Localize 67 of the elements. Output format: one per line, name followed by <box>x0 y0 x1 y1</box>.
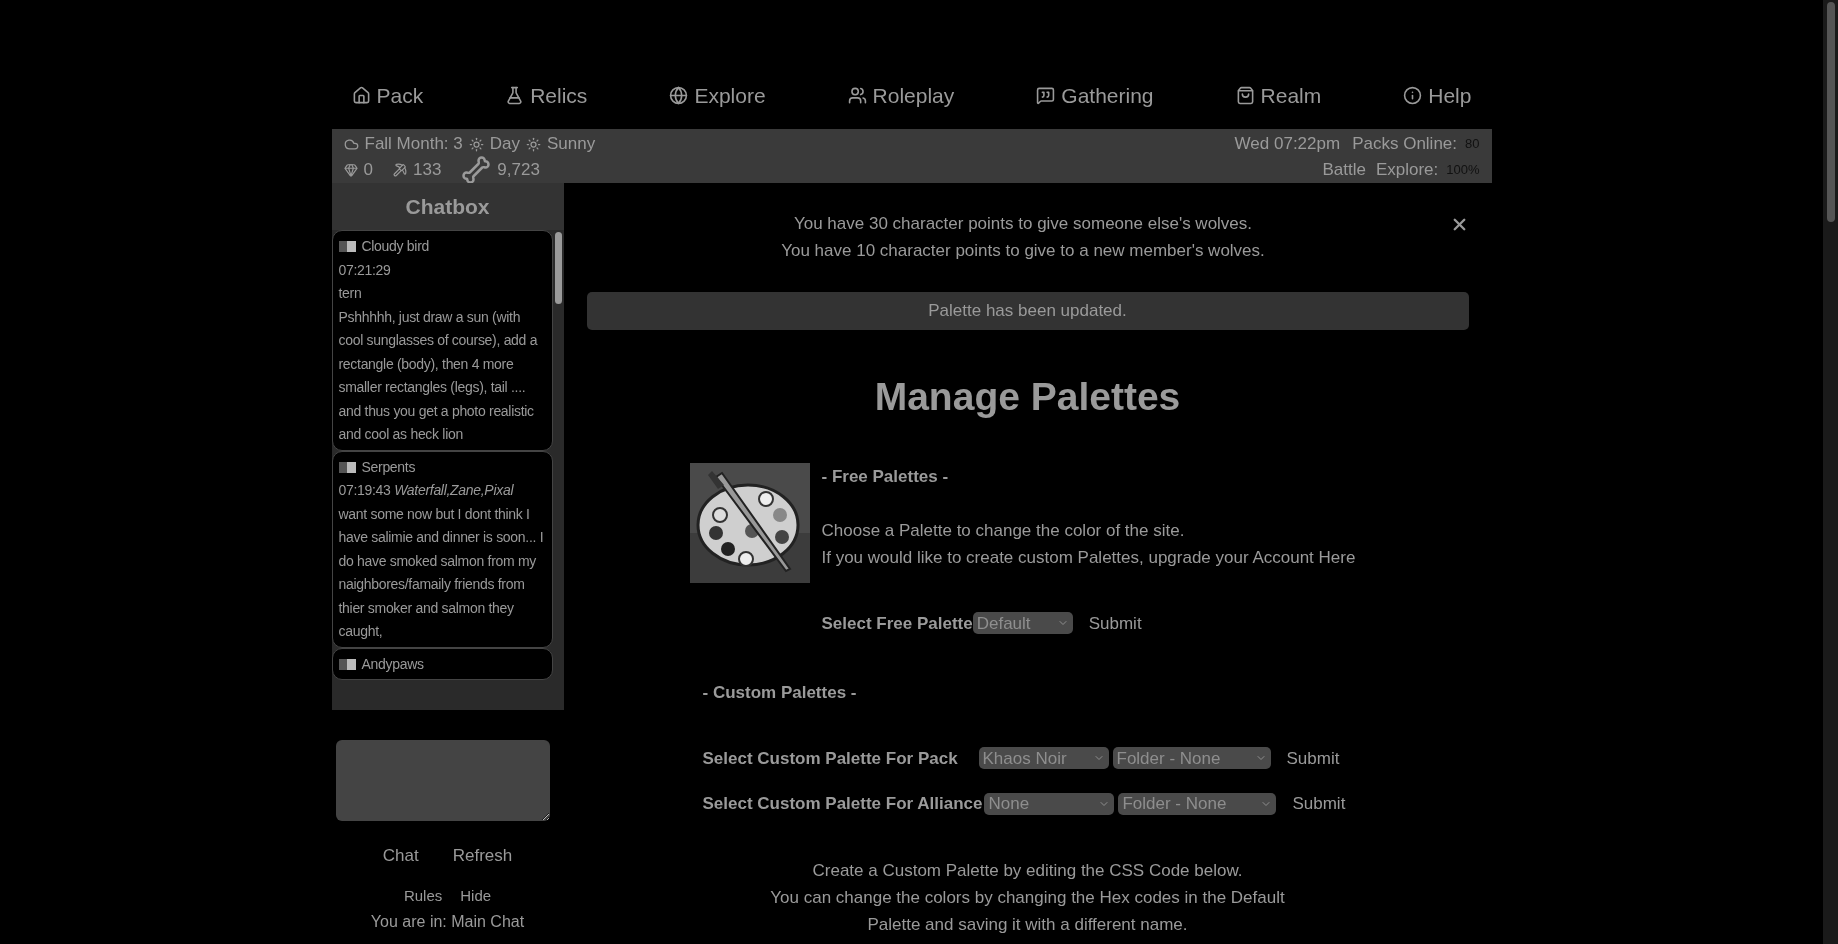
info-text: If you would like to create custom Palettes, upgrade your Account Here <box>821 546 1356 569</box>
chat-text: tern <box>338 284 363 303</box>
section-heading: - Custom Palettes - <box>702 682 858 704</box>
chat-link[interactable]: Hide <box>460 884 492 907</box>
avatar-icon <box>338 461 356 473</box>
field-label: Select Free Palette <box>821 612 973 635</box>
pickaxe-icon <box>392 163 407 177</box>
stat-value: 9,723 <box>497 159 540 182</box>
speech-bubble-icon <box>1036 85 1056 105</box>
avatar-icon <box>338 658 356 670</box>
packs-online-label: Packs Online: <box>1352 133 1458 156</box>
nav-link[interactable]: Relics <box>505 79 588 111</box>
info-text: Choose a Palette to change the color of the site. <box>821 519 1186 542</box>
submit-button[interactable]: Submit <box>1286 745 1340 771</box>
stat-value: 0 <box>363 159 373 182</box>
sun-icon <box>468 136 484 152</box>
nav-link[interactable]: Realm <box>1235 79 1322 111</box>
chat-time: 07:19:43 <box>338 482 391 498</box>
update-banner: Palette has been updated. <box>586 292 1469 330</box>
page-scrollbar[interactable] <box>1823 0 1838 944</box>
notice-text: You have 10 character points to give to a new member's wolves. <box>781 240 1265 262</box>
submit-button[interactable]: Submit <box>1088 610 1142 636</box>
flask-icon <box>505 85 525 105</box>
notice-text: You have 30 character points to give someone else's wolves. <box>793 213 1253 235</box>
gem-icon <box>343 163 358 177</box>
bone-icon <box>461 155 492 185</box>
chat-location: You are in: Main Chat <box>369 912 526 932</box>
time-of-day: Day <box>489 131 520 157</box>
sun-icon <box>526 136 541 152</box>
nav-link[interactable]: Explore <box>669 79 766 111</box>
date-time: Wed 07:22pm <box>1234 133 1341 156</box>
nav-link[interactable]: Help <box>1403 79 1472 111</box>
avatar-icon <box>338 241 356 253</box>
stat-value: 133 <box>412 159 442 182</box>
chat-link[interactable]: Rules <box>403 884 443 907</box>
chat-text: want some now but I dont think I have salimie and dinner is soon... I do have smoked salmon from my naighbores/famaily friends from thier smoker and salmon they caught, <box>338 504 545 641</box>
chat-input-field[interactable] <box>335 740 550 821</box>
info-text: Create a Custom Palette by editing the CSS Code below. <box>812 859 1243 882</box>
chatbox-header: Chatbox <box>331 183 564 230</box>
nav-link[interactable]: Pack <box>351 79 424 111</box>
submit-button[interactable]: Submit <box>1292 791 1346 817</box>
chat-username[interactable]: Serpents <box>361 455 416 479</box>
info-text: Palette and saving it with a different name. <box>867 913 1188 936</box>
house-icon <box>351 85 371 105</box>
chat-username[interactable]: Cloudy bird <box>361 235 429 259</box>
info-icon <box>1403 85 1423 105</box>
season-text: Fall Month: 3 <box>364 133 463 156</box>
field-label: Select Custom Palette For Pack <box>702 747 959 770</box>
chat-username[interactable]: Andypaws <box>361 652 424 676</box>
section-heading: - Free Palettes - <box>821 465 950 488</box>
nav-link[interactable]: Roleplay <box>847 79 955 111</box>
bag-icon <box>1235 85 1255 105</box>
globe-icon <box>669 85 689 105</box>
chat-button[interactable]: Refresh <box>452 843 513 869</box>
battle-link[interactable]: Battle <box>1322 157 1366 183</box>
chat-recipients: Waterfall,Zane,Pixal <box>394 482 514 498</box>
field-label: Select Custom Palette For Alliance <box>702 793 983 815</box>
explore-label: Explore: <box>1375 159 1439 182</box>
weather-text: Sunny <box>547 133 596 156</box>
chat-text: Pshhhhh, just draw a sun (with cool sunglasses of course), add a rectangle (body), then 4 more smaller rectangles (legs), tail .... and thus you get a photo realistic and cool as heck lion <box>338 307 539 444</box>
chat-time: 07:21:29 <box>338 261 391 278</box>
page-title: Manage Palettes <box>873 374 1182 420</box>
people-icon <box>847 85 867 105</box>
cloud-icon <box>343 136 359 152</box>
chat-button[interactable]: Chat <box>382 843 419 869</box>
nav-link[interactable]: Gathering <box>1036 79 1154 111</box>
info-text: You can change the colors by changing the Hex codes in the Default <box>770 886 1285 909</box>
